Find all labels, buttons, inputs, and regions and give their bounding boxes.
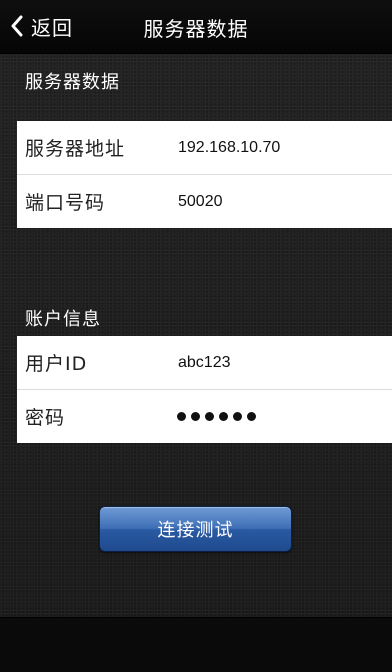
navigation-bar: 返回 服务器数据	[0, 0, 392, 54]
password-field[interactable]	[177, 405, 256, 421]
password-dot	[233, 412, 242, 421]
server-address-row[interactable]: 服务器地址 192.168.10.70	[17, 121, 392, 174]
user-id-row[interactable]: 用户ID abc123	[17, 336, 392, 389]
user-id-field[interactable]: abc123	[178, 354, 231, 372]
section-header-account: 账户信息	[25, 309, 101, 330]
account-settings-group: 用户ID abc123 密码	[17, 336, 392, 443]
port-number-field[interactable]: 50020	[178, 193, 223, 211]
password-label: 密码	[25, 407, 66, 429]
password-dot	[205, 412, 214, 421]
section-header-server: 服务器数据	[25, 72, 120, 93]
page-title: 服务器数据	[143, 17, 249, 41]
password-dot	[191, 412, 200, 421]
bottom-bar	[0, 617, 392, 672]
password-dot	[219, 412, 228, 421]
port-number-row[interactable]: 端口号码 50020	[17, 174, 392, 228]
port-number-label: 端口号码	[25, 192, 106, 214]
password-row[interactable]: 密码	[17, 389, 392, 443]
password-dot	[177, 412, 186, 421]
password-dot	[247, 412, 256, 421]
connect-test-button[interactable]: 连接测试	[99, 506, 292, 552]
server-settings-group: 服务器地址 192.168.10.70 端口号码 50020	[17, 121, 392, 228]
server-address-field[interactable]: 192.168.10.70	[178, 139, 280, 157]
user-id-label: 用户ID	[25, 353, 88, 375]
server-address-label: 服务器地址	[25, 138, 126, 160]
